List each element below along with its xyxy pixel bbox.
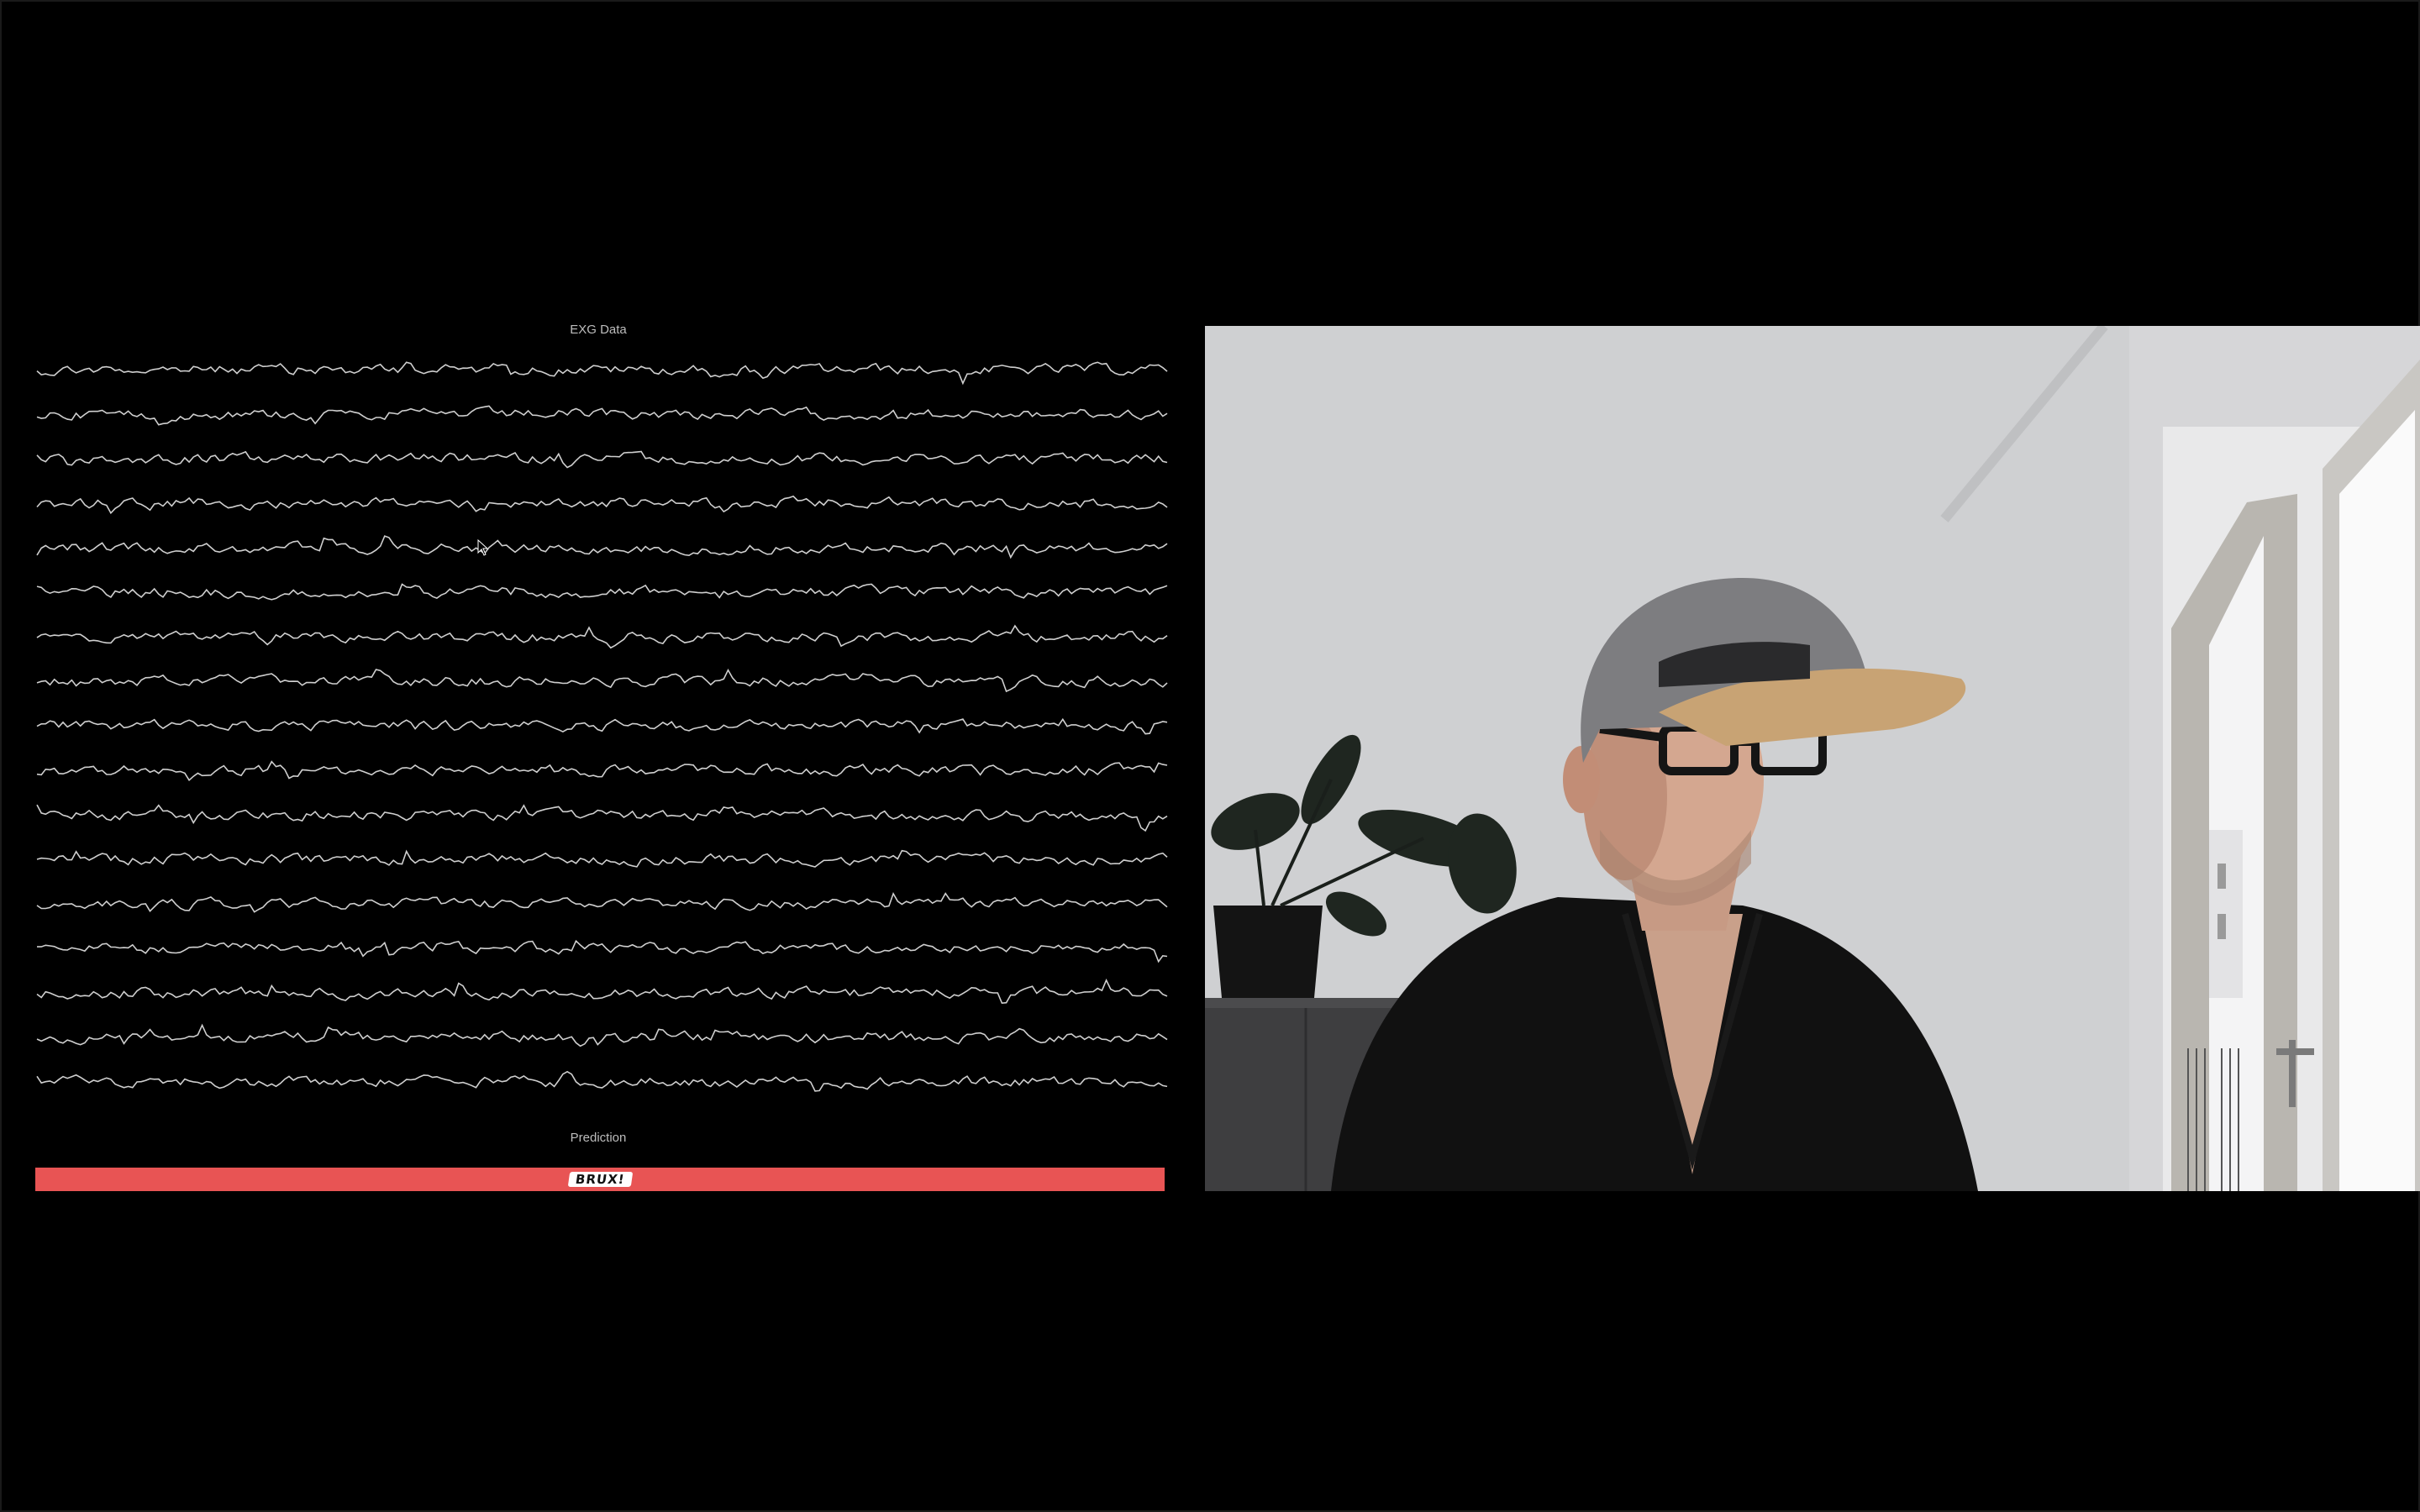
exg-channel-trace [36, 405, 1168, 426]
mouse-cursor-icon [477, 539, 489, 556]
exg-channel-trace [36, 891, 1168, 913]
exg-channel-trace [36, 804, 1168, 832]
exg-channel-trace [36, 450, 1168, 469]
exg-channel-trace [36, 849, 1168, 868]
exg-data-panel: EXG Data Prediction BRUX! [27, 312, 1170, 1203]
exg-channel-trace [36, 978, 1168, 1005]
exg-traces-plot [36, 361, 1168, 1092]
exg-channel-trace [36, 1023, 1168, 1047]
exg-channel-trace [36, 668, 1168, 693]
exg-channel-trace [36, 583, 1168, 601]
webcam-feed [1205, 326, 2420, 1191]
exg-channel-trace [36, 361, 1168, 386]
exg-chart-title: EXG Data [570, 323, 627, 337]
brux-logo-text: BRUX! [574, 1172, 626, 1187]
exg-channel-trace [36, 535, 1168, 559]
exg-channel-trace [36, 760, 1168, 782]
exg-channel-trace [36, 495, 1168, 515]
prediction-bar: BRUX! [35, 1168, 1165, 1191]
exg-channel-trace [36, 1070, 1168, 1092]
exg-channel-trace [36, 624, 1168, 649]
prediction-label: Prediction [570, 1131, 627, 1145]
exg-channel-trace [36, 717, 1168, 735]
brux-logo: BRUX! [567, 1172, 633, 1187]
app-window: EXG Data Prediction BRUX! [0, 0, 2420, 1512]
exg-channel-trace [37, 939, 1168, 963]
webcam-image [1205, 326, 2420, 1191]
